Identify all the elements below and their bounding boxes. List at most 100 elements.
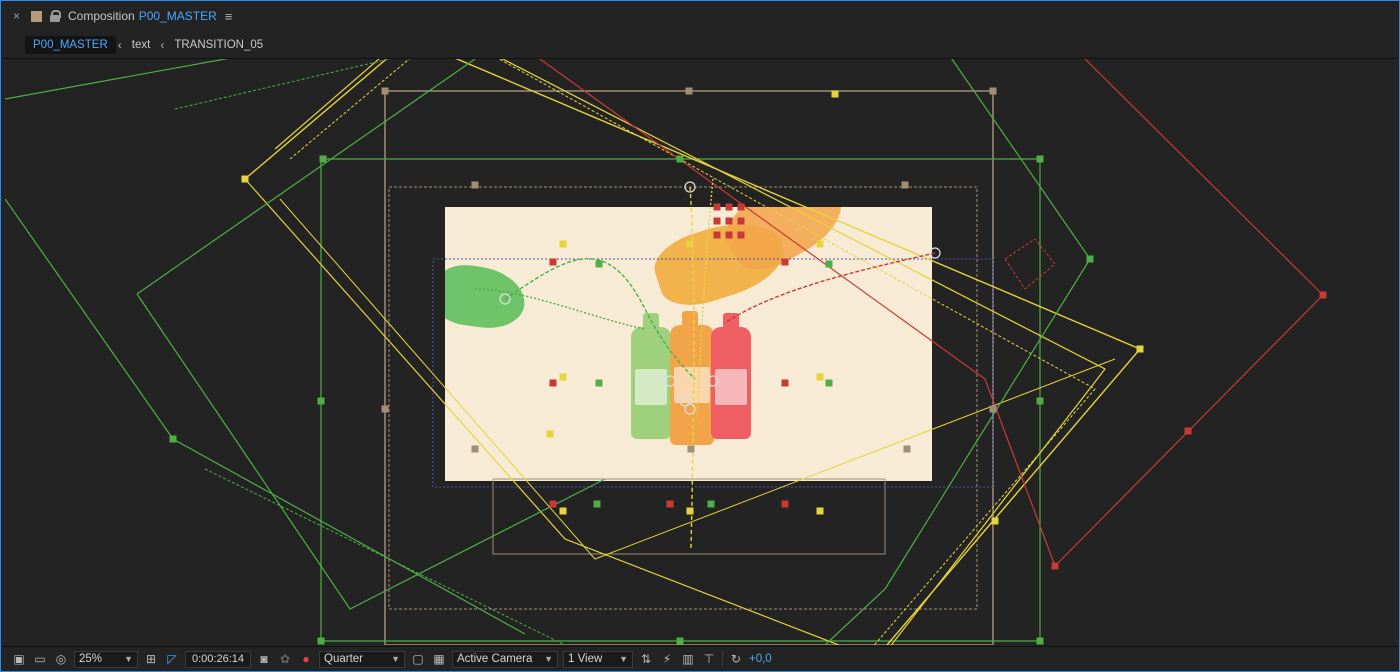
layer-handle[interactable]: [713, 203, 721, 211]
exposure-value[interactable]: +0,0: [749, 653, 772, 665]
color-channel-icon[interactable]: ●: [298, 652, 314, 666]
layer-handle[interactable]: [816, 373, 824, 381]
layer-path: [244, 59, 1142, 645]
motion-path[interactable]: [504, 258, 696, 380]
layer-handle[interactable]: [1184, 427, 1192, 435]
timeline-icon[interactable]: ▥: [680, 652, 696, 666]
layer-handle[interactable]: [816, 507, 824, 515]
layer-handle[interactable]: [1319, 291, 1327, 299]
camera-select[interactable]: Active Camera ▼: [452, 650, 558, 668]
viewer-bottom-bar: ▣ ▭ ◎ 25% ▼ ⊞ ◸ 0:00:26:14 ◙ ✿ ● Quarter ▼…: [1, 646, 1399, 671]
layer-handle[interactable]: [471, 445, 479, 453]
layer-handle[interactable]: [713, 217, 721, 225]
breadcrumb-item-transition[interactable]: TRANSITION_05: [166, 36, 271, 54]
views-select[interactable]: 1 View ▼: [563, 650, 633, 668]
motion-path[interactable]: [696, 178, 714, 420]
show-snapshot-icon[interactable]: ✿: [277, 652, 293, 666]
layer-handle[interactable]: [595, 260, 603, 268]
layer-handle[interactable]: [549, 500, 557, 508]
layer-handle[interactable]: [676, 155, 684, 163]
layer-handle[interactable]: [1036, 637, 1044, 645]
layer-handle[interactable]: [676, 637, 684, 645]
layer-handle[interactable]: [549, 379, 557, 387]
monitor-icon[interactable]: ▭: [32, 652, 48, 666]
layer-handle[interactable]: [169, 435, 177, 443]
layer-handle[interactable]: [381, 405, 389, 413]
chevron-down-icon: ▼: [544, 654, 553, 664]
layer-handle[interactable]: [725, 231, 733, 239]
layer-handle[interactable]: [317, 637, 325, 645]
anchor-point-icon[interactable]: [664, 375, 676, 387]
layer-handle[interactable]: [686, 507, 694, 515]
transparency-grid-icon[interactable]: ◸: [164, 652, 180, 666]
flowchart-icon[interactable]: ⊤: [701, 652, 717, 666]
layer-handle[interactable]: [381, 87, 389, 95]
layer-handle[interactable]: [713, 231, 721, 239]
panel-comp-name[interactable]: P00_MASTER: [139, 9, 217, 23]
layer-path: [136, 293, 606, 610]
breadcrumb-item-text[interactable]: text: [124, 36, 159, 54]
snapshot-icon[interactable]: ◙: [256, 652, 272, 666]
mask-visibility-icon[interactable]: ◎: [53, 652, 69, 666]
layer-handle[interactable]: [989, 405, 997, 413]
layer-handle[interactable]: [595, 379, 603, 387]
toggle-pixel-aspect-icon[interactable]: ⇅: [638, 652, 654, 666]
anchor-point-icon[interactable]: [707, 375, 719, 387]
breadcrumb-item-p00-master[interactable]: P00_MASTER: [25, 35, 116, 54]
layer-handle[interactable]: [991, 517, 999, 525]
layer-handle[interactable]: [831, 90, 839, 98]
always-preview-icon[interactable]: ▣: [11, 652, 27, 666]
comp-navigator-breadcrumb: P00_MASTER ‹ text ‹ TRANSITION_05: [1, 31, 1399, 59]
layer-handle[interactable]: [666, 500, 674, 508]
composition-viewer[interactable]: [5, 59, 1396, 645]
layer-path: [174, 59, 392, 110]
layer-handle[interactable]: [901, 181, 909, 189]
layer-handle[interactable]: [737, 203, 745, 211]
layer-handle[interactable]: [825, 260, 833, 268]
layer-handle[interactable]: [549, 258, 557, 266]
layer-handle[interactable]: [737, 217, 745, 225]
anchor-point-icon[interactable]: [679, 395, 691, 407]
layer-handle[interactable]: [319, 155, 327, 163]
layer-handle[interactable]: [816, 240, 824, 248]
layer-handle[interactable]: [1036, 397, 1044, 405]
layer-handle[interactable]: [559, 240, 567, 248]
layer-handle[interactable]: [1136, 345, 1144, 353]
reset-exposure-icon[interactable]: ↻: [728, 652, 744, 666]
region-of-interest-icon[interactable]: ⊞: [143, 652, 159, 666]
label-color-swatch[interactable]: [31, 10, 42, 22]
layer-handle[interactable]: [593, 500, 601, 508]
layer-handle[interactable]: [825, 379, 833, 387]
layer-handle[interactable]: [685, 87, 693, 95]
layer-handle[interactable]: [737, 231, 745, 239]
fast-preview-icon[interactable]: ▢: [410, 652, 426, 666]
layer-handle[interactable]: [781, 500, 789, 508]
panel-menu-icon[interactable]: ≡: [225, 9, 233, 24]
layer-handle[interactable]: [781, 258, 789, 266]
layer-handle[interactable]: [989, 87, 997, 95]
toggle-transparency-icon[interactable]: ▦: [431, 652, 447, 666]
layer-handle[interactable]: [1086, 255, 1094, 263]
layer-handle[interactable]: [903, 445, 911, 453]
layer-handle[interactable]: [559, 373, 567, 381]
layer-handle[interactable]: [471, 181, 479, 189]
fast-previews-icon[interactable]: ⚡: [659, 652, 675, 666]
layer-handle[interactable]: [317, 397, 325, 405]
current-time-display[interactable]: 0:00:26:14: [185, 650, 251, 668]
layer-handle[interactable]: [559, 507, 567, 515]
motion-path[interactable]: [474, 288, 646, 330]
layer-handle[interactable]: [241, 175, 249, 183]
layer-handle[interactable]: [1036, 155, 1044, 163]
layer-handle[interactable]: [546, 430, 554, 438]
close-icon[interactable]: ×: [13, 9, 23, 23]
layer-handle[interactable]: [707, 500, 715, 508]
layer-handle[interactable]: [1051, 562, 1059, 570]
layer-handle[interactable]: [725, 203, 733, 211]
layer-handle[interactable]: [686, 240, 694, 248]
layer-handle[interactable]: [781, 379, 789, 387]
layer-handle[interactable]: [725, 217, 733, 225]
resolution-select[interactable]: Quarter ▼: [319, 650, 405, 668]
lock-icon[interactable]: [50, 10, 61, 22]
magnification-select[interactable]: 25% ▼: [74, 650, 138, 668]
layer-handle[interactable]: [687, 445, 695, 453]
